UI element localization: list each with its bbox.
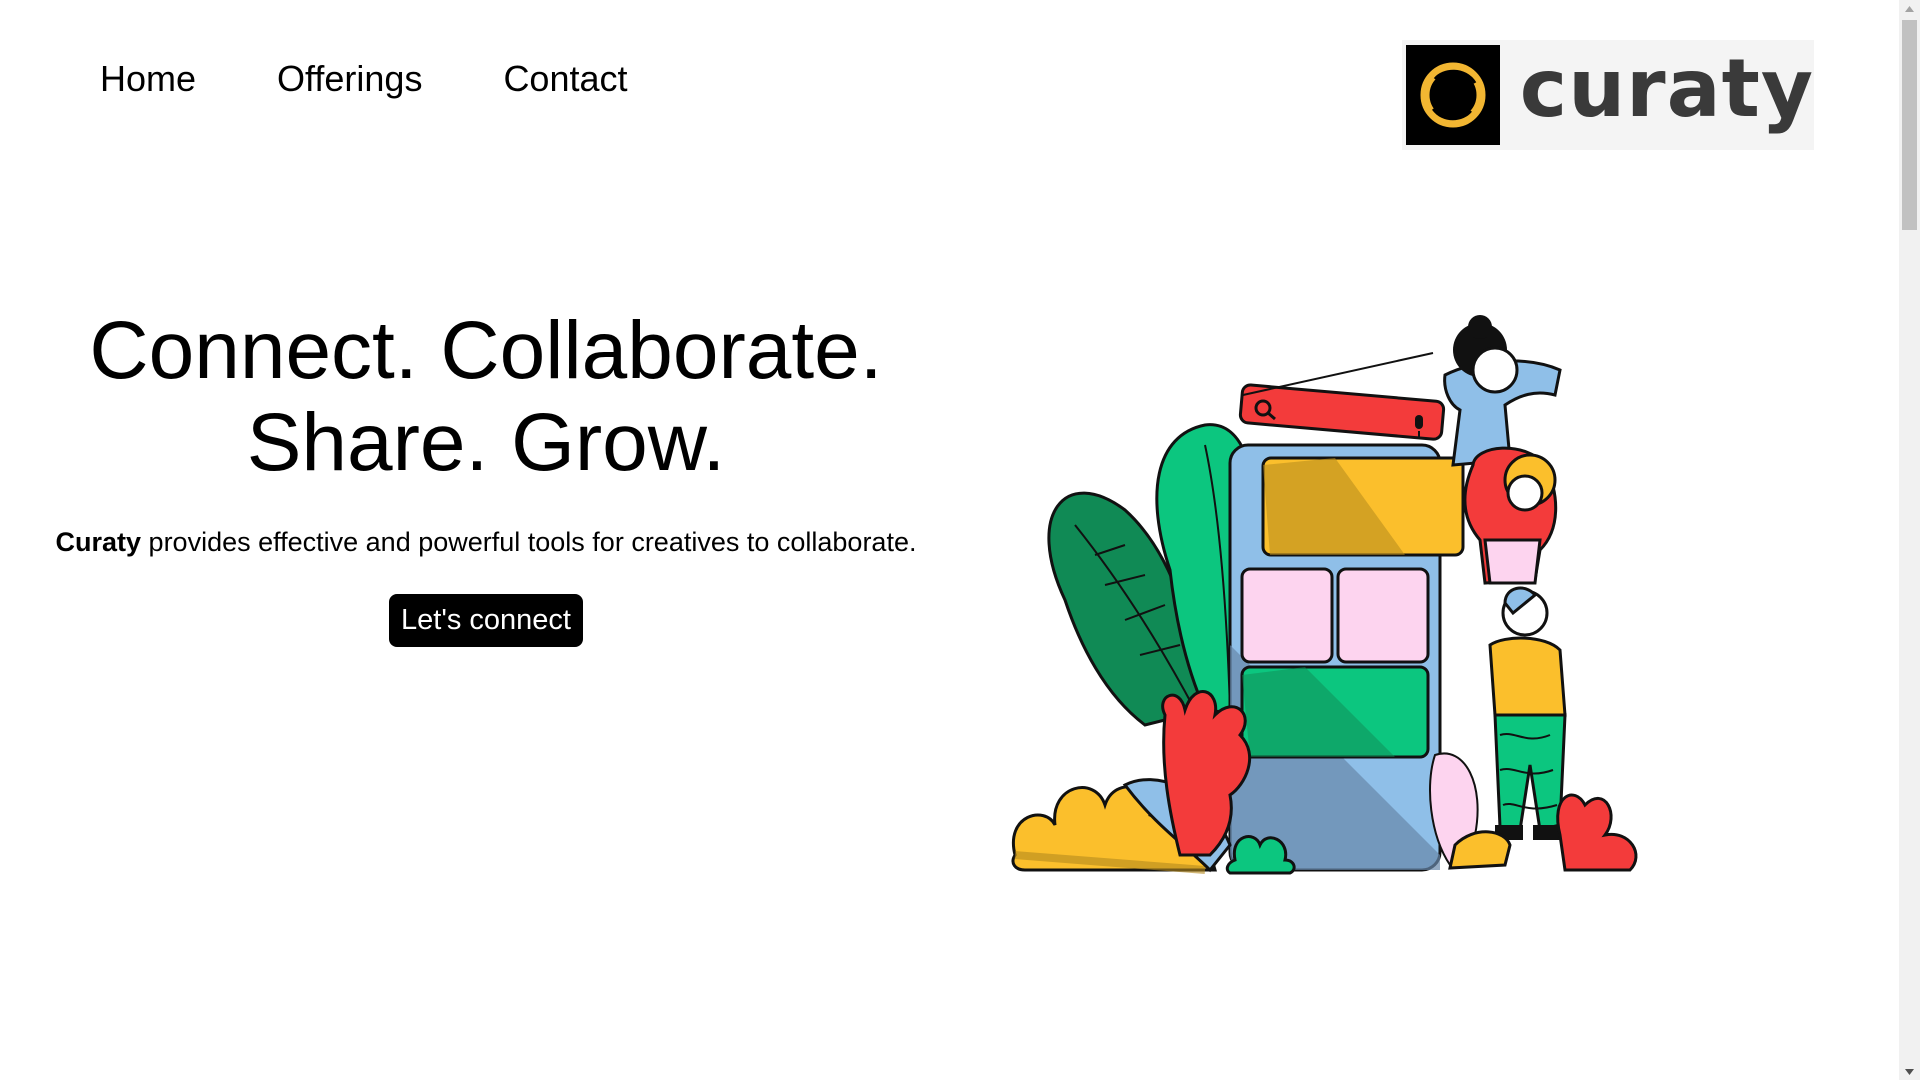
page: Home Offerings Contact curaty Connect. C… — [0, 0, 1920, 1080]
hero-headline: Connect. Collaborate. Share. Grow. — [20, 305, 952, 489]
logo-text: curaty — [1519, 42, 1814, 135]
description-text: provides effective and powerful tools fo… — [141, 527, 917, 557]
nav-offerings-link[interactable]: Offerings — [277, 58, 422, 100]
headline-line-1: Connect. Collaborate. — [89, 305, 883, 396]
curaty-logo[interactable]: curaty — [1402, 40, 1814, 150]
nav-contact-link[interactable]: Contact — [503, 58, 627, 100]
nav-home-link[interactable]: Home — [100, 58, 196, 100]
headline-line-2: Share. Grow. — [246, 397, 726, 488]
ring-logo-icon — [1406, 45, 1500, 145]
brand-name: Curaty — [55, 527, 142, 557]
scroll-up-arrow-icon[interactable] — [1899, 0, 1920, 17]
scrollbar-thumb[interactable] — [1902, 20, 1917, 230]
main-nav: Home Offerings Contact — [100, 58, 628, 100]
team-collaboration-illustration — [1005, 315, 1670, 875]
scroll-down-arrow-icon[interactable] — [1899, 1063, 1920, 1080]
hero-description: Curaty provides effective and powerful t… — [20, 527, 952, 558]
vertical-scrollbar[interactable] — [1899, 0, 1920, 1080]
hero-section: Connect. Collaborate. Share. Grow. Curat… — [20, 305, 952, 647]
lets-connect-button[interactable]: Let's connect — [389, 594, 583, 647]
